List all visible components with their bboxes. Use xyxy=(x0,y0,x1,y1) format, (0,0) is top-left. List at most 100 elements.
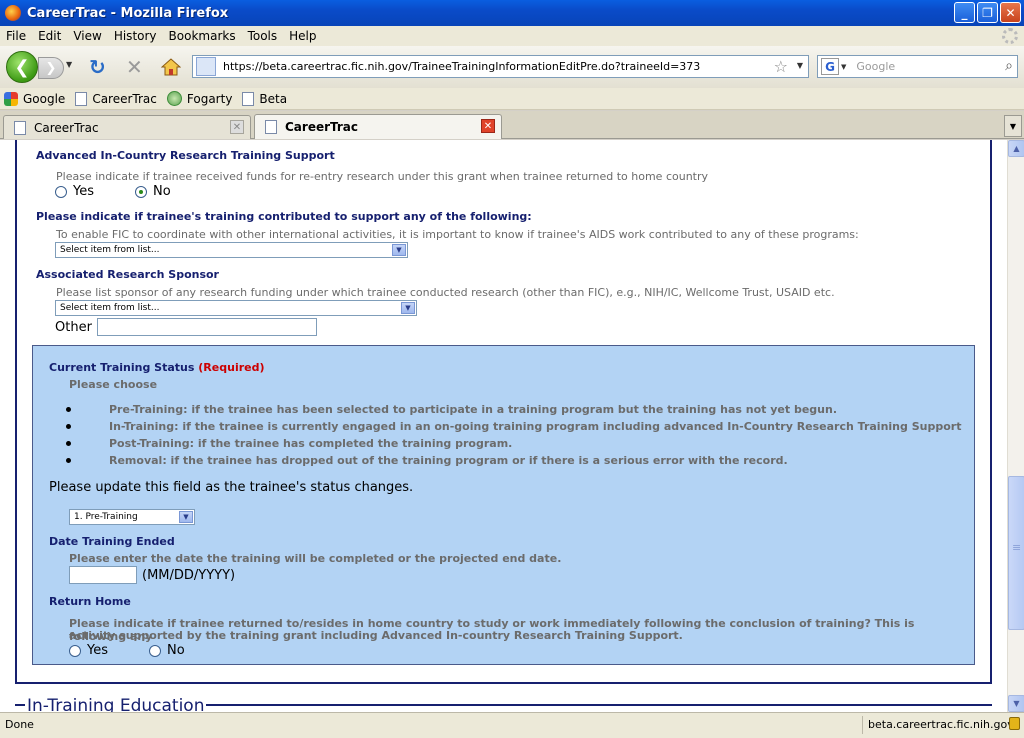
tab-strip: CareerTrac ✕ CareerTrac ✕ ▼ xyxy=(0,111,1024,139)
date-ended-input[interactable] xyxy=(69,566,137,584)
in-training-education-fieldset: In-Training Education xyxy=(15,696,992,712)
back-arrow-icon: ❮ xyxy=(14,56,30,78)
restore-button[interactable]: ❐ xyxy=(977,2,998,23)
training-status-choose: Please choose xyxy=(69,378,158,391)
bookmark-google[interactable]: Google xyxy=(4,91,65,106)
menu-bar: File Edit View History Bookmarks Tools H… xyxy=(0,26,1024,46)
bookmark-star-icon[interactable]: ☆ xyxy=(774,57,788,76)
bookmarks-toolbar: Google CareerTrac Fogarty Beta xyxy=(0,88,1024,110)
contributed-title: Please indicate if trainee's training co… xyxy=(36,210,532,223)
back-button[interactable]: ❮ xyxy=(6,51,38,83)
advanced-yes-radio[interactable] xyxy=(55,185,67,198)
return-home-no-option[interactable]: No xyxy=(149,643,185,658)
minimize-button[interactable]: _ xyxy=(954,2,975,23)
advanced-training-help: Please indicate if trainee received fund… xyxy=(56,170,709,183)
window-title-bar: CareerTrac - Mozilla Firefox _ ❐ ✕ xyxy=(0,0,1024,26)
sponsor-select[interactable]: Select item from list... ▼ xyxy=(55,300,417,316)
page-icon xyxy=(14,120,26,135)
advanced-no-radio[interactable] xyxy=(135,185,147,198)
bullet-icon xyxy=(66,458,71,463)
window-controls: _ ❐ ✕ xyxy=(954,2,1021,23)
url-text[interactable]: https://beta.careertrac.fic.nih.gov/Trai… xyxy=(223,60,700,73)
menu-help[interactable]: Help xyxy=(283,29,322,43)
forward-arrow-icon: ❯ xyxy=(45,60,57,76)
throbber-icon xyxy=(1002,28,1018,44)
date-ended-help: Please enter the date the training will … xyxy=(69,552,562,565)
window-title: CareerTrac - Mozilla Firefox xyxy=(27,5,229,21)
status-option-removal: Removal: if the trainee has dropped out … xyxy=(109,454,788,467)
chevron-down-icon[interactable]: ▼ xyxy=(392,244,406,256)
all-tabs-dropdown-icon[interactable]: ▼ xyxy=(1004,115,1022,137)
chevron-down-icon[interactable]: ▼ xyxy=(401,302,415,314)
contributed-help: To enable FIC to coordinate with other i… xyxy=(56,228,859,241)
advanced-training-title: Advanced In-Country Research Training Su… xyxy=(36,149,335,162)
training-status-panel: Current Training Status (Required) Pleas… xyxy=(32,345,975,665)
vertical-scrollbar[interactable]: ▲ ▼ xyxy=(1007,140,1024,712)
lock-icon[interactable] xyxy=(1009,717,1020,730)
scroll-down-button[interactable]: ▼ xyxy=(1008,695,1024,712)
stop-button[interactable]: ✕ xyxy=(126,57,143,77)
menu-edit[interactable]: Edit xyxy=(32,29,67,43)
training-status-title: Current Training Status (Required) xyxy=(49,361,265,374)
return-home-title: Return Home xyxy=(49,595,131,608)
status-update-note: Please update this field as the trainee'… xyxy=(49,480,414,495)
return-home-help-2: activity supported by the training grant… xyxy=(69,629,683,642)
tab-careertrac-1[interactable]: CareerTrac ✕ xyxy=(3,115,251,139)
in-training-education-title: In-Training Education xyxy=(25,696,207,712)
menu-file[interactable]: File xyxy=(0,29,32,43)
firefox-icon xyxy=(5,5,21,21)
return-home-yes-option[interactable]: Yes xyxy=(69,643,108,658)
sponsor-title: Associated Research Sponsor xyxy=(36,268,219,281)
search-engine-dropdown-icon[interactable]: ▼ xyxy=(841,63,846,71)
bookmark-beta[interactable]: Beta xyxy=(242,91,287,106)
chevron-down-icon[interactable]: ▼ xyxy=(179,511,193,523)
close-tab-icon[interactable]: ✕ xyxy=(230,120,244,134)
status-option-pre: Pre-Training: if the trainee has been se… xyxy=(109,403,837,416)
status-host: beta.careertrac.fic.nih.gov xyxy=(862,716,1014,734)
search-engine-icon[interactable]: G xyxy=(821,58,839,75)
date-format-hint: (MM/DD/YYYY) xyxy=(142,568,236,583)
page-icon xyxy=(75,91,88,106)
page-content: Advanced In-Country Research Training Su… xyxy=(0,140,1007,712)
home-button[interactable] xyxy=(161,58,181,76)
return-home-yes-radio[interactable] xyxy=(69,644,81,657)
close-tab-icon[interactable]: ✕ xyxy=(481,119,495,133)
bullet-icon xyxy=(66,424,71,429)
sponsor-help: Please list sponsor of any research fund… xyxy=(56,286,835,299)
menu-view[interactable]: View xyxy=(67,29,107,43)
scroll-up-button[interactable]: ▲ xyxy=(1008,140,1024,157)
reload-button[interactable]: ↻ xyxy=(89,57,106,77)
search-input[interactable]: Google xyxy=(856,60,895,73)
status-option-in: In-Training: if the trainee is currently… xyxy=(109,420,962,433)
menu-bookmarks[interactable]: Bookmarks xyxy=(163,29,242,43)
date-ended-title: Date Training Ended xyxy=(49,535,175,548)
advanced-yes-option[interactable]: Yes xyxy=(55,184,94,199)
google-icon xyxy=(4,91,18,106)
url-dropdown-icon[interactable]: ▼ xyxy=(797,61,803,70)
contributed-select[interactable]: Select item from list... ▼ xyxy=(55,242,408,258)
tab-careertrac-2[interactable]: CareerTrac ✕ xyxy=(254,114,502,139)
search-bar[interactable]: G ▼ Google ⌕ xyxy=(817,55,1018,78)
training-status-select[interactable]: 1. Pre-Training ▼ xyxy=(69,509,195,525)
history-dropdown-icon[interactable]: ▼ xyxy=(66,60,72,69)
sponsor-other-input[interactable] xyxy=(97,318,317,336)
url-bar[interactable]: https://beta.careertrac.fic.nih.gov/Trai… xyxy=(192,55,809,78)
site-identity-icon[interactable] xyxy=(196,57,216,76)
sponsor-other-label: Other xyxy=(55,320,92,335)
status-bar: Done beta.careertrac.fic.nih.gov xyxy=(0,712,1024,738)
search-icon[interactable]: ⌕ xyxy=(1005,58,1013,74)
menu-tools[interactable]: Tools xyxy=(242,29,284,43)
scroll-thumb[interactable] xyxy=(1008,476,1024,630)
fogarty-icon xyxy=(166,91,182,106)
required-indicator: (Required) xyxy=(198,361,265,374)
forward-button[interactable]: ❯ xyxy=(38,57,64,79)
return-home-no-radio[interactable] xyxy=(149,644,161,657)
bookmark-fogarty[interactable]: Fogarty xyxy=(166,91,232,106)
page-icon xyxy=(242,91,255,106)
advanced-no-option[interactable]: No xyxy=(135,184,171,199)
close-window-button[interactable]: ✕ xyxy=(1000,2,1021,23)
bullet-icon xyxy=(66,441,71,446)
menu-history[interactable]: History xyxy=(108,29,163,43)
bullet-icon xyxy=(66,407,71,412)
bookmark-careertrac[interactable]: CareerTrac xyxy=(75,91,157,106)
